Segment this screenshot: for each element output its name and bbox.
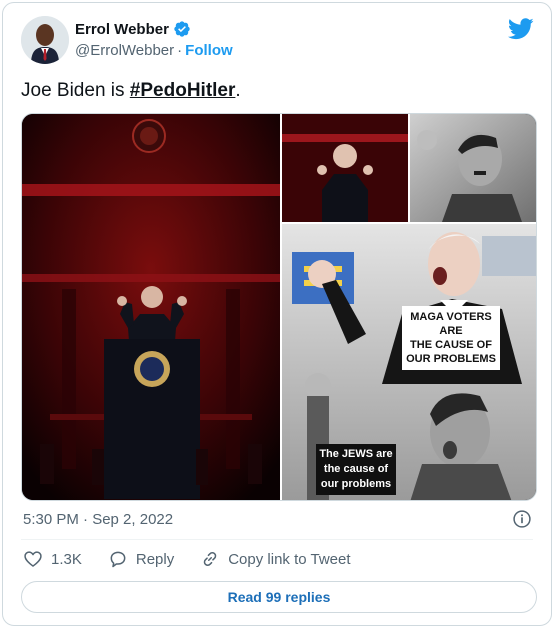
tweet-text-prefix: Joe Biden is — [21, 80, 130, 101]
caption-maga-line-2: THE CAUSE OF — [410, 339, 492, 351]
twitter-bird-icon[interactable] — [508, 18, 534, 40]
copy-link-button[interactable]: Copy link to Tweet — [200, 549, 351, 569]
caption-jews-line-1: The JEWS are — [319, 448, 393, 460]
like-button[interactable]: 1.3K — [23, 549, 82, 569]
author-name-row: Errol Webber — [75, 20, 191, 38]
caption-jews-line-3: our problems — [320, 478, 392, 490]
info-icon[interactable] — [512, 509, 532, 529]
divider — [21, 539, 533, 540]
tweet-card: Errol Webber @ErrolWebber · Follow Joe Bid… — [2, 2, 552, 626]
heart-icon — [24, 551, 42, 567]
author-name[interactable]: Errol Webber — [75, 21, 169, 38]
caption-maga: MAGA VOTERS ARE THE CAUSE OF OUR PROBLEM… — [402, 306, 500, 370]
tweet-media[interactable]: MAGA VOTERS ARE THE CAUSE OF OUR PROBLEM… — [21, 113, 537, 501]
handle-separator: · — [177, 42, 183, 59]
reply-button[interactable]: Reply — [108, 549, 174, 569]
speech-bubble-icon — [110, 551, 126, 568]
reply-label: Reply — [135, 550, 175, 568]
caption-maga-line-3: OUR PROBLEMS — [406, 353, 496, 365]
author-handle-row: @ErrolWebber · Follow — [75, 42, 233, 59]
tweet-text-suffix: . — [235, 80, 241, 101]
verified-badge-icon — [174, 21, 190, 37]
tweet-timestamp[interactable]: 5:30 PM · Sep 2, 2022 — [23, 511, 173, 528]
caption-jews: The JEWS are the cause of our problems — [316, 444, 396, 495]
read-replies-button[interactable]: Read 99 replies — [21, 581, 537, 613]
avatar[interactable] — [21, 16, 69, 64]
caption-maga-line-1: MAGA VOTERS ARE — [410, 311, 492, 337]
link-icon — [203, 551, 217, 567]
caption-jews-line-2: the cause of — [323, 463, 389, 475]
tweet-text: Joe Biden is #PedoHitler. — [21, 80, 241, 102]
author-handle[interactable]: @ErrolWebber — [75, 42, 174, 59]
hashtag-link[interactable]: #PedoHitler — [130, 80, 236, 101]
avatar-image — [21, 16, 69, 64]
follow-button[interactable]: Follow — [185, 42, 233, 59]
copy-link-label: Copy link to Tweet — [228, 550, 351, 568]
tweet-actions: 1.3K Reply Copy link to Tweet — [23, 549, 377, 569]
like-count: 1.3K — [51, 550, 82, 568]
